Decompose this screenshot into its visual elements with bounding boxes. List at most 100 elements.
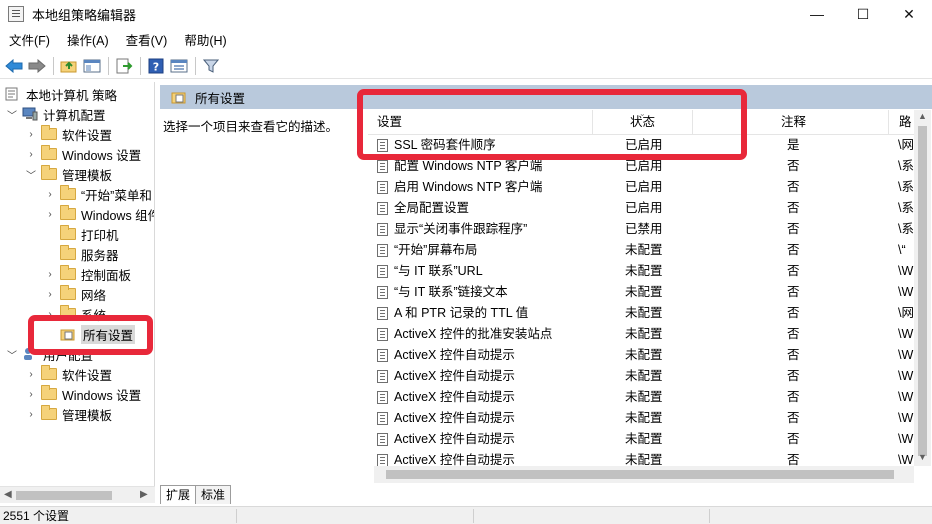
cell-path: \W — [898, 369, 914, 383]
scroll-thumb[interactable] — [918, 126, 927, 456]
scroll-left-icon[interactable]: ◀ — [4, 489, 12, 500]
table-row[interactable]: ActiveX 控件自动提示 未配置 否 \W — [368, 366, 914, 387]
menu-file[interactable]: 文件(F) — [0, 30, 58, 52]
tree-node-server[interactable]: 服务器 — [60, 244, 119, 264]
chevron-right-icon[interactable]: › — [25, 148, 37, 160]
window-title: 本地组策略编辑器 — [32, 7, 137, 23]
cell-path: \系 — [898, 159, 914, 173]
show-hide-tree-button[interactable] — [81, 55, 103, 77]
folder-icon — [41, 365, 57, 380]
tree-horizontal-scrollbar[interactable]: ◀ ▶ — [0, 486, 155, 503]
tree-node-user-software-settings[interactable]: › 软件设置 — [25, 364, 112, 384]
list-horizontal-scrollbar[interactable] — [374, 466, 914, 483]
table-row[interactable]: 启用 Windows NTP 客户端 已启用 否 \系 — [368, 177, 914, 198]
tree-node-computer-config[interactable]: ﹀ 计算机配置 — [6, 104, 106, 124]
table-row[interactable]: 全局配置设置 已启用 否 \系 — [368, 198, 914, 219]
cell-setting: 显示“关闭事件跟踪程序” — [394, 222, 528, 236]
folder-icon — [60, 285, 76, 300]
tree-node-local-computer-policy[interactable]: 本地计算机 策略 — [5, 84, 117, 104]
cell-path: \系 — [898, 222, 914, 236]
cell-state: 未配置 — [625, 306, 663, 320]
chevron-right-icon[interactable]: › — [25, 388, 37, 400]
table-row[interactable]: ActiveX 控件自动提示 未配置 否 \W — [368, 408, 914, 429]
tree-node-software-settings[interactable]: › 软件设置 — [25, 124, 112, 144]
tree-node-windows-settings[interactable]: › Windows 设置 — [25, 144, 141, 164]
filter-button[interactable] — [200, 55, 222, 77]
tree-node-user-windows-settings[interactable]: › Windows 设置 — [25, 384, 141, 404]
maximize-button[interactable]: ☐ — [840, 0, 886, 28]
scroll-down-icon[interactable]: ▼ — [918, 452, 927, 462]
cell-path: \系 — [898, 201, 914, 215]
policy-setting-icon — [377, 328, 388, 341]
tree-label-windows-settings: Windows 设置 — [62, 148, 142, 163]
scroll-thumb[interactable] — [16, 491, 112, 500]
scroll-up-icon[interactable]: ▲ — [918, 111, 927, 121]
table-row[interactable]: A 和 PTR 记录的 TTL 值 未配置 否 \网 — [368, 303, 914, 324]
properties-button[interactable] — [168, 55, 190, 77]
policy-setting-icon — [377, 433, 388, 446]
back-button[interactable] — [3, 55, 25, 77]
column-header-comment[interactable]: 注释 — [772, 110, 806, 135]
tree-node-printers[interactable]: 打印机 — [60, 224, 119, 244]
menu-help[interactable]: 帮助(H) — [175, 30, 234, 52]
policy-setting-icon — [377, 223, 388, 236]
cell-comment: 否 — [787, 285, 800, 299]
chevron-down-icon[interactable]: ﹀ — [6, 108, 18, 122]
cell-comment: 否 — [787, 201, 800, 215]
table-row[interactable]: “与 IT 联系”链接文本 未配置 否 \W — [368, 282, 914, 303]
policy-setting-icon — [377, 349, 388, 362]
chevron-right-icon[interactable]: › — [44, 288, 56, 300]
cell-path: \W — [898, 264, 914, 278]
cell-state: 未配置 — [625, 432, 663, 446]
table-row[interactable]: “与 IT 联系”URL 未配置 否 \W — [368, 261, 914, 282]
tree-node-network[interactable]: › 网络 — [44, 284, 106, 304]
tree-node-control-panel[interactable]: › 控制面板 — [44, 264, 131, 284]
tree-label-control-panel: 控制面板 — [81, 268, 132, 283]
chevron-right-icon[interactable]: › — [25, 128, 37, 140]
cell-state: 已禁用 — [625, 222, 663, 236]
cell-state: 未配置 — [625, 390, 663, 404]
scroll-thumb[interactable] — [386, 470, 894, 479]
chevron-right-icon[interactable]: › — [25, 408, 37, 420]
help-button[interactable]: ? — [145, 55, 167, 77]
chevron-right-icon[interactable]: › — [25, 368, 37, 380]
list-vertical-scrollbar[interactable]: ▲ ▼ — [914, 110, 931, 466]
table-row[interactable]: ActiveX 控件自动提示 未配置 否 \W — [368, 387, 914, 408]
policy-setting-icon — [377, 412, 388, 425]
table-row[interactable]: ActiveX 控件自动提示 未配置 否 \W — [368, 429, 914, 450]
policy-setting-icon — [377, 160, 388, 173]
export-list-button[interactable] — [113, 55, 135, 77]
table-row[interactable]: “开始”屏幕布局 未配置 否 \“ — [368, 240, 914, 261]
table-row[interactable]: ActiveX 控件的批准安装站点 未配置 否 \W — [368, 324, 914, 345]
column-header-path[interactable]: 路 — [890, 110, 912, 135]
menu-view[interactable]: 查看(V) — [117, 30, 176, 52]
tree-node-start-menu[interactable]: › “开始”菜单和 — [44, 184, 152, 204]
console-tree-icon — [83, 59, 101, 72]
cell-state: 未配置 — [625, 243, 663, 257]
scroll-right-icon[interactable]: ▶ — [140, 489, 148, 500]
chevron-right-icon[interactable]: › — [44, 188, 56, 200]
up-folder-button[interactable] — [58, 55, 80, 77]
forward-button[interactable] — [26, 55, 48, 77]
description-panel: 选择一个项目来查看它的描述。 — [163, 120, 339, 134]
chevron-down-icon[interactable]: ﹀ — [6, 348, 18, 362]
tree-node-user-admin-templates[interactable]: › 管理模板 — [25, 404, 112, 424]
tab-extended[interactable]: 扩展 — [160, 485, 197, 504]
cell-setting: ActiveX 控件自动提示 — [394, 390, 515, 404]
chevron-right-icon[interactable]: › — [44, 208, 56, 220]
tree-node-windows-components[interactable]: › Windows 组件 — [44, 204, 154, 224]
chevron-down-icon[interactable]: ﹀ — [25, 168, 37, 182]
cell-setting: ActiveX 控件自动提示 — [394, 348, 515, 362]
tab-standard[interactable]: 标准 — [195, 485, 232, 504]
column-divider[interactable] — [888, 110, 889, 135]
cell-setting: “与 IT 联系”链接文本 — [394, 285, 508, 299]
close-button[interactable]: ✕ — [886, 0, 932, 28]
table-row[interactable]: 显示“关闭事件跟踪程序” 已禁用 否 \系 — [368, 219, 914, 240]
minimize-button[interactable]: — — [794, 0, 840, 28]
tree-node-admin-templates[interactable]: ﹀ 管理模板 — [25, 164, 112, 184]
folder-icon — [60, 225, 76, 240]
table-row[interactable]: ActiveX 控件自动提示 未配置 否 \W — [368, 345, 914, 366]
menu-action[interactable]: 操作(A) — [58, 30, 117, 52]
folder-icon — [60, 185, 76, 200]
chevron-right-icon[interactable]: › — [44, 268, 56, 280]
